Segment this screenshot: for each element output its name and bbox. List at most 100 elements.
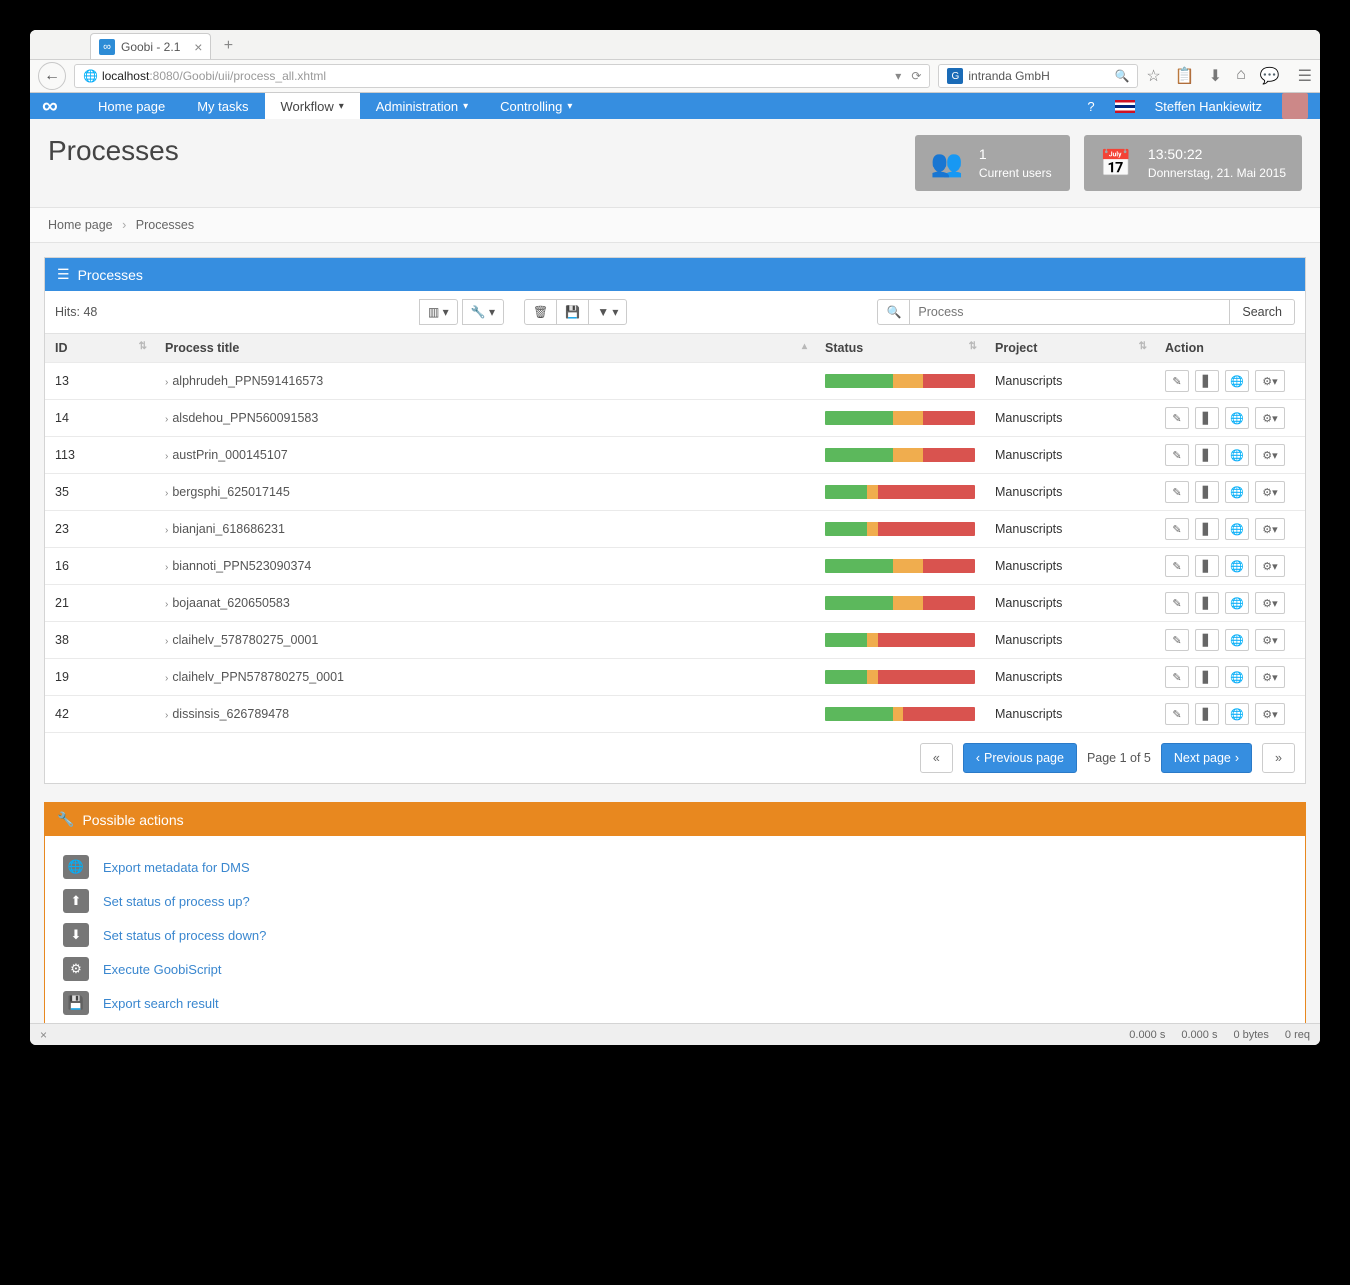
action-item[interactable]: ⚙ Execute GoobiScript [63,952,1287,986]
action-label[interactable]: Execute GoobiScript [103,962,222,977]
edit-button[interactable]: ✎ [1165,629,1189,651]
book-button[interactable]: ▋ [1195,481,1219,503]
cell-title[interactable]: ›austPrin_000145107 [155,437,815,474]
book-button[interactable]: ▋ [1195,407,1219,429]
expand-icon[interactable]: › [165,377,168,388]
last-page-button[interactable]: » [1262,743,1295,773]
globe-button[interactable]: 🌐 [1225,666,1249,688]
expand-icon[interactable]: › [165,488,168,499]
next-page-button[interactable]: Next page › [1161,743,1252,773]
clipboard-icon[interactable]: 📋 [1175,66,1195,86]
save-button[interactable]: 💾 [556,299,589,325]
edit-button[interactable]: ✎ [1165,703,1189,725]
language-flag-icon[interactable] [1115,100,1135,113]
globe-button[interactable]: 🌐 [1225,555,1249,577]
gear-button[interactable]: ⚙▾ [1255,518,1285,540]
new-tab-button[interactable]: + [217,35,239,57]
book-button[interactable]: ▋ [1195,555,1219,577]
action-label[interactable]: Export metadata for DMS [103,860,250,875]
edit-button[interactable]: ✎ [1165,518,1189,540]
bookmark-icon[interactable]: ☆ [1146,66,1160,86]
col-id[interactable]: ID⇅ [45,334,155,363]
dropdown-icon[interactable]: ▾ [895,69,901,83]
book-button[interactable]: ▋ [1195,666,1219,688]
book-button[interactable]: ▋ [1195,592,1219,614]
cell-title[interactable]: ›bojaanat_620650583 [155,585,815,622]
expand-icon[interactable]: › [165,710,168,721]
nav-workflow[interactable]: Workflow [265,93,360,119]
globe-button[interactable]: 🌐 [1225,481,1249,503]
gear-button[interactable]: ⚙▾ [1255,592,1285,614]
statusbar-close-icon[interactable]: × [40,1028,47,1042]
url-input[interactable]: 🌐 localhost :8080/Goobi/uii/process_all.… [74,64,930,88]
chat-icon[interactable]: 💬 [1260,66,1280,86]
book-button[interactable]: ▋ [1195,444,1219,466]
gear-button[interactable]: ⚙▾ [1255,666,1285,688]
col-status[interactable]: Status⇅ [815,334,985,363]
cell-title[interactable]: ›biannoti_PPN523090374 [155,548,815,585]
help-icon[interactable]: ? [1087,99,1094,114]
gear-button[interactable]: ⚙▾ [1255,703,1285,725]
tab-close-icon[interactable]: × [194,39,202,55]
search-button[interactable]: Search [1230,299,1295,325]
nav-controlling[interactable]: Controlling [484,93,588,119]
globe-button[interactable]: 🌐 [1225,629,1249,651]
book-button[interactable]: ▋ [1195,629,1219,651]
globe-button[interactable]: 🌐 [1225,592,1249,614]
home-icon[interactable]: ⌂ [1236,66,1246,86]
gear-button[interactable]: ⚙▾ [1255,444,1285,466]
expand-icon[interactable]: › [165,562,168,573]
action-label[interactable]: Set status of process down? [103,928,266,943]
menu-icon[interactable]: ☰ [1298,66,1312,86]
filter-button[interactable]: ▼ ▾ [588,299,627,325]
cell-title[interactable]: ›claihelv_PPN578780275_0001 [155,659,815,696]
gear-button[interactable]: ⚙▾ [1255,555,1285,577]
globe-button[interactable]: 🌐 [1225,518,1249,540]
cell-title[interactable]: ›bergsphi_625017145 [155,474,815,511]
globe-button[interactable]: 🌐 [1225,444,1249,466]
browser-search-input[interactable]: G intranda GmbH 🔍 [938,64,1138,88]
book-button[interactable]: ▋ [1195,518,1219,540]
cell-title[interactable]: ›alphrudeh_PPN591416573 [155,363,815,400]
cell-title[interactable]: ›bianjani_618686231 [155,511,815,548]
edit-button[interactable]: ✎ [1165,592,1189,614]
action-label[interactable]: Set status of process up? [103,894,250,909]
expand-icon[interactable]: › [165,599,168,610]
col-title[interactable]: Process title▴ [155,334,815,363]
cell-title[interactable]: ›claihelv_578780275_0001 [155,622,815,659]
expand-icon[interactable]: › [165,451,168,462]
columns-button[interactable]: ▥ ▾ [419,299,458,325]
breadcrumb-home[interactable]: Home page [48,218,113,232]
expand-icon[interactable]: › [165,673,168,684]
first-page-button[interactable]: « [920,743,953,773]
edit-button[interactable]: ✎ [1165,481,1189,503]
gear-button[interactable]: ⚙▾ [1255,370,1285,392]
cell-title[interactable]: ›alsdehou_PPN560091583 [155,400,815,437]
gear-button[interactable]: ⚙▾ [1255,481,1285,503]
gear-button[interactable]: ⚙▾ [1255,407,1285,429]
back-button[interactable]: ← [38,62,66,90]
globe-button[interactable]: 🌐 [1225,703,1249,725]
gear-button[interactable]: ⚙▾ [1255,629,1285,651]
prev-page-button[interactable]: ‹ Previous page [963,743,1077,773]
app-logo[interactable]: ∞ [42,93,82,119]
browser-tab[interactable]: ∞ Goobi - 2.1 × [90,33,211,59]
delete-button[interactable]: 🗑 [524,299,557,325]
action-label[interactable]: Export search result [103,996,219,1011]
edit-button[interactable]: ✎ [1165,555,1189,577]
globe-button[interactable]: 🌐 [1225,407,1249,429]
nav-admin[interactable]: Administration [360,93,484,119]
nav-home[interactable]: Home page [82,93,181,119]
nav-tasks[interactable]: My tasks [181,93,264,119]
edit-button[interactable]: ✎ [1165,444,1189,466]
action-item[interactable]: ⬇ Set status of process down? [63,918,1287,952]
edit-button[interactable]: ✎ [1165,666,1189,688]
reload-icon[interactable]: ⟳ [911,69,921,83]
search-input[interactable] [910,299,1230,325]
search-icon-button[interactable]: 🔍 [877,299,910,325]
edit-button[interactable]: ✎ [1165,407,1189,429]
expand-icon[interactable]: › [165,636,168,647]
action-item[interactable]: ⬆ Set status of process up? [63,884,1287,918]
book-button[interactable]: ▋ [1195,703,1219,725]
edit-button[interactable]: ✎ [1165,370,1189,392]
